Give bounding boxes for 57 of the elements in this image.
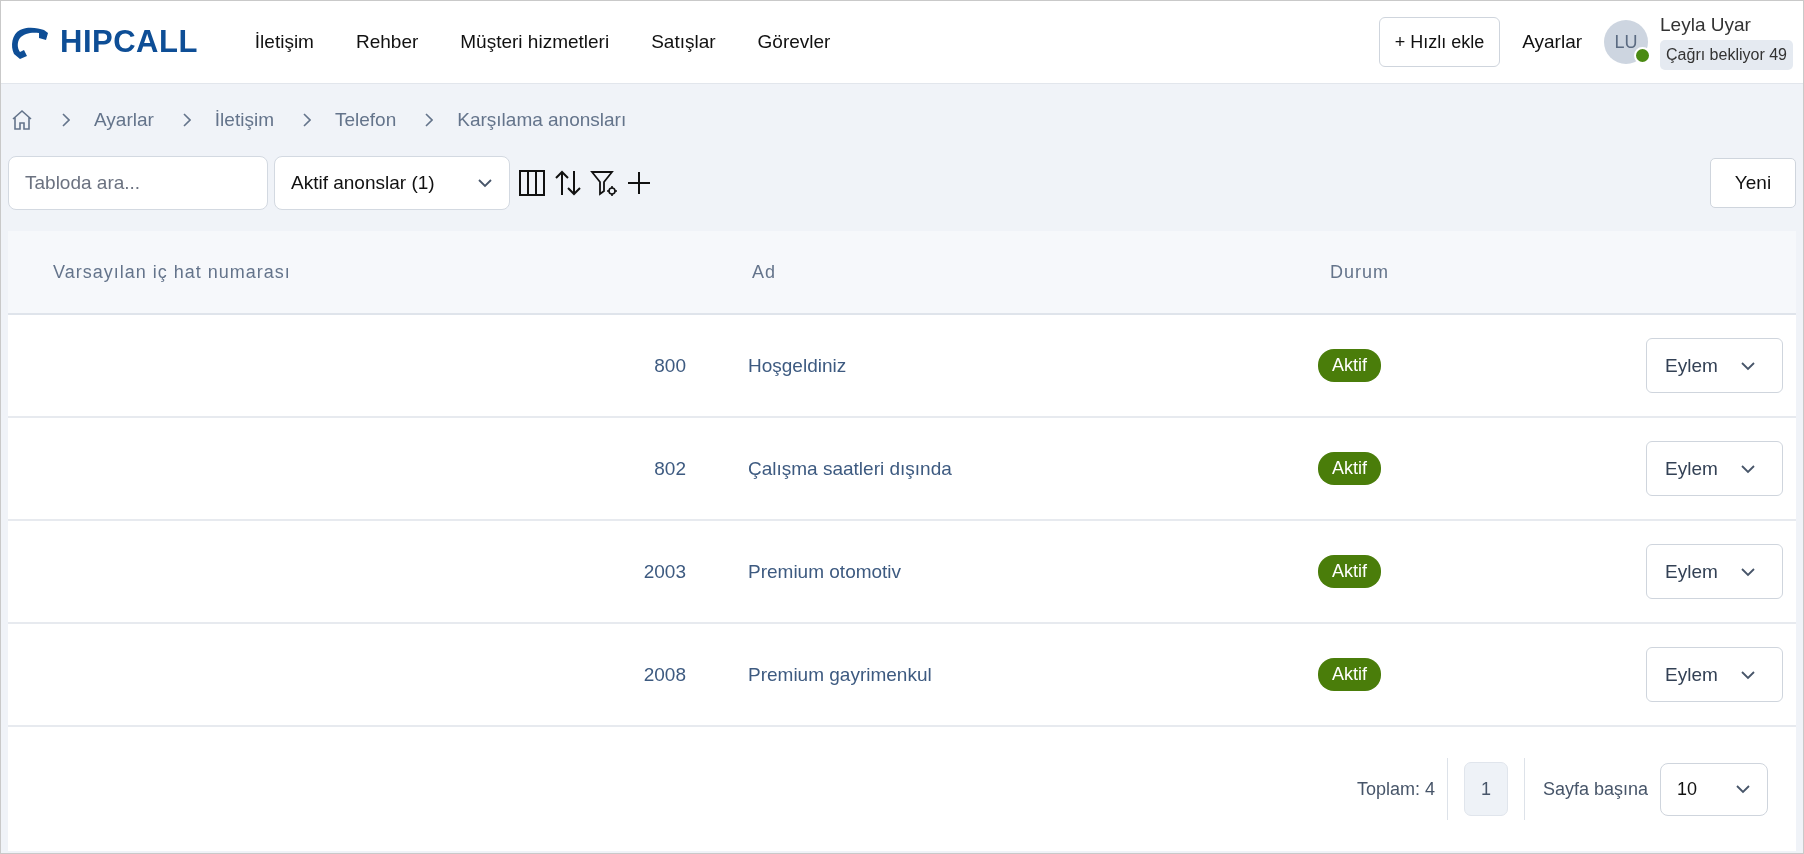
page-button[interactable]: 1 bbox=[1463, 762, 1508, 816]
chevron-right-icon bbox=[301, 113, 311, 127]
announcement-name-link[interactable]: Hoşgeldiniz bbox=[712, 354, 1292, 377]
status-badge: Aktif bbox=[1318, 555, 1381, 588]
action-dropdown[interactable]: Eylem bbox=[1646, 338, 1783, 393]
nav-link[interactable]: Müşteri hizmetleri bbox=[439, 31, 631, 53]
logo-text: HIPCALL bbox=[60, 24, 198, 60]
action-dropdown[interactable]: Eylem bbox=[1646, 647, 1783, 702]
chevron-down-icon bbox=[1735, 784, 1751, 794]
settings-link[interactable]: Ayarlar bbox=[1522, 31, 1583, 53]
per-page-label: Sayfa başına bbox=[1542, 778, 1648, 800]
status-badge: Aktif bbox=[1318, 658, 1381, 691]
chevron-down-icon bbox=[1739, 669, 1756, 680]
column-header: Varsayılan iç hat numarası bbox=[52, 261, 292, 283]
nav-link[interactable]: Rehber bbox=[334, 31, 440, 53]
filter-settings-icon[interactable] bbox=[590, 169, 618, 197]
extension-cell-text: 802 bbox=[654, 457, 687, 480]
announcement-name-link[interactable]: Premium gayrimenkul bbox=[712, 663, 1292, 686]
user-name: Leyla Uyar bbox=[1660, 14, 1752, 36]
breadcrumb-link[interactable]: İletişim bbox=[214, 109, 274, 131]
filter-dropdown[interactable]: Aktif anonslar (1) bbox=[274, 156, 510, 210]
breadcrumb-link[interactable]: Telefon bbox=[334, 109, 397, 131]
action-dropdown[interactable]: Eylem bbox=[1646, 441, 1783, 496]
new-button[interactable]: Yeni bbox=[1710, 158, 1796, 208]
table-search-field[interactable]: Tabloda ara... bbox=[8, 156, 268, 210]
quick-add-button[interactable]: + Hızlı ekle bbox=[1378, 17, 1501, 67]
sort-icon[interactable] bbox=[554, 169, 582, 197]
nav-link[interactable]: Satışlar bbox=[630, 31, 737, 53]
chevron-down-icon bbox=[1739, 360, 1756, 371]
announcement-name-link[interactable]: Çalışma saatleri dışında bbox=[712, 457, 1292, 480]
home-icon[interactable] bbox=[11, 109, 33, 131]
status-badge: Aktif bbox=[1318, 349, 1381, 382]
chevron-right-icon bbox=[61, 113, 70, 127]
column-header: Durum bbox=[1329, 261, 1390, 283]
chevron-right-icon bbox=[181, 113, 191, 127]
chevron-right-icon bbox=[424, 113, 434, 127]
chevron-down-icon bbox=[1739, 463, 1756, 474]
extension-cell-text: 2003 bbox=[643, 560, 687, 583]
add-icon[interactable] bbox=[626, 170, 652, 196]
breadcrumb-link[interactable]: Ayarlar bbox=[94, 109, 154, 131]
user-avatar[interactable]: LU bbox=[1604, 20, 1649, 64]
total-count: Toplam: 4 bbox=[1356, 778, 1436, 800]
call-status-badge: Çağrı bekliyor 49 bbox=[1660, 40, 1793, 70]
chevron-down-icon bbox=[1739, 566, 1756, 577]
extension-cell-text: 800 bbox=[654, 354, 687, 377]
announcement-name-link[interactable]: Premium otomotiv bbox=[712, 560, 1292, 583]
nav-link[interactable]: Görevler bbox=[736, 31, 852, 53]
breadcrumb-link[interactable]: Karşılama anonsları bbox=[457, 109, 627, 131]
chevron-down-icon bbox=[477, 178, 493, 188]
extension-cell-text: 2008 bbox=[643, 663, 687, 686]
column-header: Ad bbox=[751, 261, 778, 283]
action-dropdown[interactable]: Eylem bbox=[1646, 544, 1783, 599]
status-badge: Aktif bbox=[1318, 452, 1381, 485]
per-page-dropdown[interactable]: 10 bbox=[1660, 762, 1768, 816]
avatar-initials: LU bbox=[1614, 31, 1638, 53]
columns-icon[interactable] bbox=[518, 169, 546, 197]
nav-link[interactable]: İletişim bbox=[233, 31, 335, 53]
